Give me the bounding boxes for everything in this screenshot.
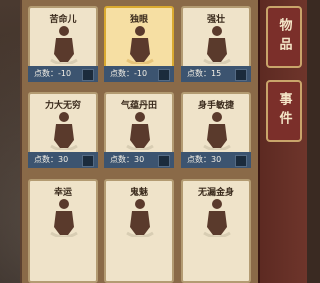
figure-icon	[203, 199, 231, 237]
points-label: 点数：15	[187, 69, 222, 78]
talent-card-selected[interactable]: 独眼 点数：-10	[104, 6, 174, 82]
side-tab-bar: 物品 事件	[258, 0, 307, 283]
figure-icon	[126, 199, 154, 237]
events-tab[interactable]: 事件	[266, 80, 302, 142]
talent-card[interactable]: 气蕴丹田 点数：30	[104, 92, 174, 168]
points-label: 点数：30	[34, 155, 69, 164]
points-bar: 点数：30	[104, 152, 174, 168]
points-label: 点数：30	[187, 155, 222, 164]
figure-icon	[126, 26, 154, 64]
figure-icon	[50, 112, 78, 150]
checkbox[interactable]	[158, 155, 170, 167]
points-label: 点数：-10	[110, 69, 148, 78]
checkbox[interactable]	[235, 155, 247, 167]
checkbox[interactable]	[82, 155, 94, 167]
checkbox[interactable]	[158, 69, 170, 81]
points-label: 点数：30	[110, 155, 145, 164]
figure-icon	[50, 199, 78, 237]
figure-icon	[50, 26, 78, 64]
points-label: 点数：-10	[34, 69, 72, 78]
talent-card[interactable]: 力大无穷 点数：30	[28, 92, 98, 168]
checkbox[interactable]	[235, 69, 247, 81]
talent-card[interactable]: 身手敏捷 点数：30	[181, 92, 251, 168]
checkbox[interactable]	[82, 69, 94, 81]
points-bar: 点数：30	[28, 152, 98, 168]
talent-card[interactable]: 无漏金身	[181, 179, 251, 283]
points-bar: 点数：-10	[28, 66, 98, 82]
figure-icon	[203, 112, 231, 150]
points-bar: 点数：15	[181, 66, 251, 82]
points-bar: 点数：30	[181, 152, 251, 168]
talent-card[interactable]: 幸运	[28, 179, 98, 283]
figure-icon	[203, 26, 231, 64]
talent-card[interactable]: 鬼魅	[104, 179, 174, 283]
figure-icon	[126, 112, 154, 150]
points-bar: 点数：-10	[104, 66, 174, 82]
items-tab[interactable]: 物品	[266, 6, 302, 68]
talent-card[interactable]: 苦命儿 点数：-10	[28, 6, 98, 82]
talent-card[interactable]: 强壮 点数：15	[181, 6, 251, 82]
